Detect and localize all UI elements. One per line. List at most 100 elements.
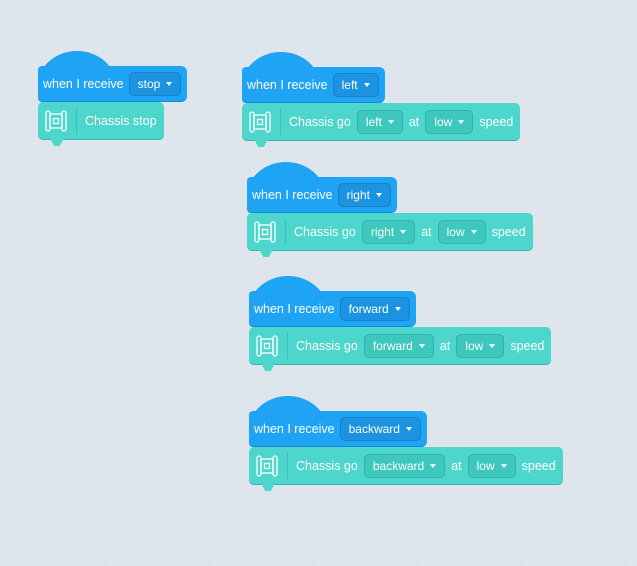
grid-plus	[204, 141, 213, 150]
direction-dropdown[interactable]: backward	[363, 453, 446, 478]
grid-plus	[568, 141, 577, 150]
script-stop[interactable]: when I receive stop Chassis stop	[38, 51, 188, 139]
message-dropdown[interactable]: right	[337, 182, 391, 207]
grid-plus	[204, 245, 213, 254]
block-text: Chassis stop	[85, 113, 157, 128]
block-text: Chassis go	[296, 458, 358, 473]
direction-dropdown[interactable]: forward	[363, 333, 434, 358]
grid-plus	[360, 557, 369, 566]
dropdown-value: low	[476, 458, 495, 473]
at-label: at	[408, 114, 420, 129]
hat-label: when I receive	[252, 187, 333, 202]
message-dropdown[interactable]: forward	[339, 296, 410, 321]
grid-plus	[152, 349, 161, 358]
grid-plus	[516, 505, 525, 514]
grid-plus	[48, 245, 57, 254]
grid-plus	[256, 557, 265, 566]
grid-plus	[620, 349, 629, 358]
grid-plus	[204, 557, 213, 566]
grid-plus	[412, 505, 421, 514]
when-i-receive-block[interactable]: when I receive stop	[38, 51, 188, 101]
message-dropdown[interactable]: left	[332, 72, 379, 97]
speed-dropdown[interactable]: low	[425, 109, 474, 134]
script-right[interactable]: when I receive right Chassis go right at low…	[247, 162, 533, 250]
speed-dropdown[interactable]: low	[467, 453, 516, 478]
when-i-receive-block[interactable]: when I receive left	[242, 52, 385, 102]
grid-plus	[360, 505, 369, 514]
caret-down-icon	[363, 82, 370, 87]
caret-down-icon	[375, 192, 382, 197]
grid-plus	[204, 193, 213, 202]
message-dropdown[interactable]: backward	[339, 416, 421, 441]
chassis-icon	[253, 218, 286, 245]
row: Chassis go left at low speed	[242, 102, 521, 140]
grid-plus	[204, 453, 213, 462]
grid-plus	[308, 505, 317, 514]
hat-label: when I receive	[247, 77, 328, 92]
grid-plus	[620, 297, 629, 306]
row: Chassis stop	[38, 101, 187, 139]
dropdown-value: left	[341, 77, 358, 92]
row: Chassis go right at low speed	[247, 212, 533, 250]
script-forward[interactable]: when I receive forward Chassis go forward a…	[249, 276, 552, 364]
dropdown-value: low	[465, 338, 484, 353]
grid-plus	[48, 37, 57, 46]
message-dropdown[interactable]: stop	[128, 71, 182, 96]
grid-plus	[464, 141, 473, 150]
dropdown-value: forward	[348, 301, 389, 316]
caret-down-icon	[470, 229, 477, 234]
grid-plus	[100, 193, 109, 202]
caret-down-icon	[387, 119, 394, 124]
grid-plus	[100, 401, 109, 410]
grid-plus	[204, 89, 213, 98]
direction-dropdown[interactable]: right	[361, 219, 416, 244]
grid-plus	[100, 453, 109, 462]
chassis-go-block[interactable]: Chassis go right at low speed	[247, 213, 533, 250]
grid-plus	[568, 297, 577, 306]
dropdown-value: right	[370, 224, 395, 239]
script-left[interactable]: when I receive left Chassis go left at low sp…	[242, 52, 521, 140]
grid-plus	[568, 193, 577, 202]
grid-plus	[100, 297, 109, 306]
caret-down-icon	[500, 463, 507, 468]
chassis-go-block[interactable]: Chassis go forward at low speed	[249, 327, 552, 364]
grid-plus	[568, 557, 577, 566]
speed-dropdown[interactable]: low	[437, 219, 486, 244]
chassis-stop-block[interactable]: Chassis stop	[38, 102, 164, 139]
grid-plus	[152, 505, 161, 514]
chassis-go-block[interactable]: Chassis go left at low speed	[242, 103, 521, 140]
grid-plus	[620, 37, 629, 46]
at-label: at	[451, 458, 462, 473]
script-backward[interactable]: when I receive backward Chassis go backwar…	[249, 396, 563, 484]
grid-plus	[152, 453, 161, 462]
grid-plus	[568, 37, 577, 46]
grid-plus	[256, 37, 265, 46]
caret-down-icon	[458, 119, 465, 124]
when-i-receive-block[interactable]: when I receive right	[247, 162, 397, 212]
grid-plus	[516, 141, 525, 150]
grid-plus	[48, 505, 57, 514]
direction-dropdown[interactable]: left	[356, 109, 403, 134]
caret-down-icon	[166, 81, 173, 86]
chassis-go-block[interactable]: Chassis go backward at low speed	[249, 447, 563, 484]
dropdown-value: low	[434, 114, 453, 129]
grid-plus	[100, 37, 109, 46]
caret-down-icon	[430, 463, 437, 468]
grid-plus	[568, 505, 577, 514]
grid-plus	[152, 37, 161, 46]
row: when I receive left	[242, 52, 520, 102]
speed-dropdown[interactable]: low	[456, 333, 505, 358]
dropdown-value: low	[446, 224, 465, 239]
grid-plus	[48, 453, 57, 462]
hat-label: when I receive	[43, 76, 124, 91]
when-i-receive-block[interactable]: when I receive forward	[249, 276, 416, 326]
grid-plus	[620, 401, 629, 410]
grid-plus	[152, 193, 161, 202]
grid-plus	[464, 401, 473, 410]
at-label: at	[439, 338, 451, 353]
chassis-icon	[255, 332, 288, 359]
grid-plus	[620, 557, 629, 566]
grid-plus	[100, 557, 109, 566]
grid-plus	[100, 245, 109, 254]
when-i-receive-block[interactable]: when I receive backward	[249, 396, 427, 446]
